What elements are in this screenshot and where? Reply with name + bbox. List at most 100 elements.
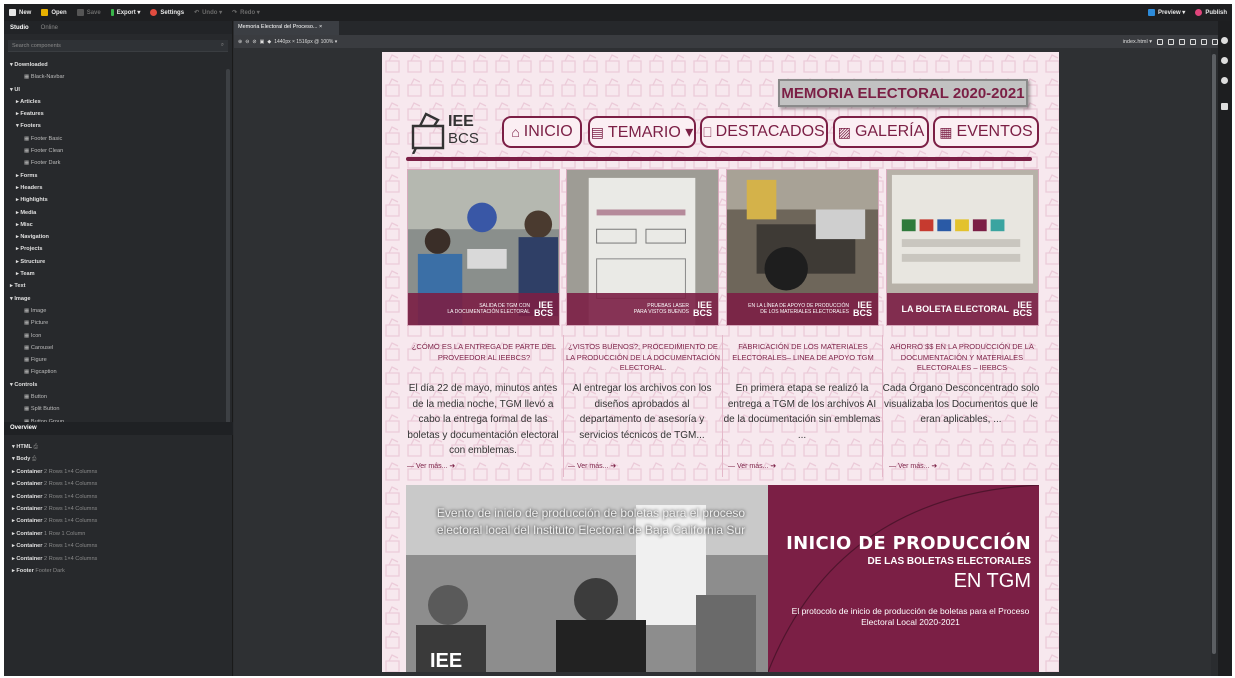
component-tree-item[interactable]: ▸ Structure [8, 256, 232, 268]
fit-icon[interactable]: ▣ [260, 39, 265, 45]
ver-mas-link-2[interactable]: — Ver más... ➜ [568, 462, 616, 470]
component-tree-item[interactable]: ▦ Picture [8, 317, 232, 329]
overview-header[interactable]: Overview [4, 422, 233, 435]
overview-item[interactable]: ▸ Container 2 Rows 1×4 Columns [12, 466, 233, 478]
options-icon[interactable] [1221, 77, 1228, 84]
component-tree-item[interactable]: ▦ Image [8, 305, 232, 317]
canvas-scrollbar-thumb[interactable] [1212, 54, 1216, 654]
phone-wide-icon[interactable] [1168, 38, 1174, 45]
component-tree-item[interactable]: ▦ Icon [8, 330, 232, 342]
component-tree-item[interactable]: ▸ Features [8, 108, 232, 120]
nav-inicio[interactable]: ⌂ INICIO [502, 116, 582, 148]
export-button[interactable]: Export ▾ [106, 9, 146, 16]
ver-mas-link-4[interactable]: — Ver más... ➜ [889, 462, 937, 470]
card-photo-3[interactable]: EN LA LÍNEA DE APOYO DE PRODUCCIÓN DE LO… [726, 169, 879, 326]
component-tree-item[interactable]: ▸ Highlights [8, 194, 232, 206]
undo-button[interactable]: ↶ Undo ▾ [189, 9, 227, 16]
tab-studio[interactable]: Studio [10, 25, 29, 31]
ver-mas-link-1[interactable]: — Ver más... ➜ [407, 462, 455, 470]
component-tree-item[interactable]: ▾ Controls [8, 379, 232, 391]
search-placeholder: Search components [12, 42, 61, 49]
component-tree-item[interactable]: ▸ Team [8, 268, 232, 280]
card-photo-4[interactable]: LA BOLETA ELECTORAL IEE BCS [886, 169, 1039, 326]
component-tree-item[interactable]: ▦ Footer Basic [8, 133, 232, 145]
component-tree-item[interactable]: ▸ Misc [8, 219, 232, 231]
settings-button[interactable]: Settings [145, 9, 189, 16]
feature-banner[interactable]: Evento de inicio de producción de boleta… [406, 485, 1039, 672]
component-tree-item[interactable]: ▸ Articles [8, 96, 232, 108]
card-title-3[interactable]: FABRICACIÓN DE LOS MATERIALES ELECTORALE… [724, 342, 882, 363]
left-panel: Studio Online Search components ⌕ ▾ Down… [4, 21, 233, 676]
component-tree-item[interactable]: ▦ Black-Navbar [8, 71, 232, 83]
overview-item[interactable]: ▸ Container 1 Row 1 Column [12, 528, 233, 540]
component-tree-item[interactable]: ▸ Media [8, 207, 232, 219]
toolbar-right: Preview ▾ Publish [1143, 9, 1232, 16]
overview-item-name: ▸ Container [12, 555, 43, 562]
card-title-2[interactable]: ¿VISTOS BUENOS?, PROCEDIMIENTO DE LA PRO… [564, 342, 722, 374]
component-tree-item[interactable]: ▸ Headers [8, 182, 232, 194]
folder-icon [41, 9, 49, 16]
search-input[interactable]: Search components ⌕ [8, 40, 228, 52]
nav-galeria[interactable]: ▨ GALERÍA [833, 116, 929, 148]
nav-temario[interactable]: ▤ TEMARIO ▾ [588, 116, 696, 148]
nav-destacados[interactable]: ⎕ DESTACADOS [700, 116, 828, 148]
overview-item[interactable]: ▸ Container 2 Rows 1×4 Columns [12, 503, 233, 515]
component-tree-item[interactable]: ▦ Figure [8, 354, 232, 366]
component-tree-item[interactable]: ▦ Footer Dark [8, 157, 232, 169]
overview-item[interactable]: ▸ Container 2 Rows 1×4 Columns [12, 540, 233, 552]
overview-item-name: ▸ Container [12, 506, 43, 513]
nav-eventos[interactable]: ▦ EVENTOS [933, 116, 1039, 148]
phone-icon[interactable] [1157, 38, 1163, 45]
component-tree-item[interactable]: ▸ Projects [8, 243, 232, 255]
card-photo-2[interactable]: PRUEBAS LASER PARA VISTOS BUENOS IEE BCS [566, 169, 719, 326]
gear-icon[interactable] [1221, 57, 1228, 64]
overview-item[interactable]: ▸ Container 2 Rows 1×4 Columns [12, 491, 233, 503]
redo-button[interactable]: ↷ Redo ▾ [227, 9, 265, 16]
component-tree-item[interactable]: ▦ Carousel [8, 342, 232, 354]
overview-item[interactable]: ▸ Container 2 Rows 1×4 Columns [12, 553, 233, 565]
card-title-1[interactable]: ¿CÓMO ES LA ENTREGA DE PARTE DEL PROVEED… [405, 342, 563, 363]
calendar-icon: ▦ [939, 123, 953, 140]
tab-online[interactable]: Online [41, 25, 58, 31]
document-tab[interactable]: Memoria Electoral del Proceso... × [234, 21, 339, 35]
publish-button[interactable]: Publish [1190, 9, 1232, 16]
overview-item[interactable]: ▾ Body ⎙ [12, 453, 233, 465]
folder-icon[interactable] [1221, 103, 1228, 110]
preview-button[interactable]: Preview ▾ [1143, 9, 1190, 16]
palette-icon[interactable] [1221, 37, 1228, 44]
card-caption-3: EN LA LÍNEA DE APOYO DE PRODUCCIÓN DE LO… [727, 293, 878, 325]
component-tree-item[interactable]: ▾ UI [8, 84, 232, 96]
ver-mas-link-3[interactable]: — Ver más... ➜ [728, 462, 776, 470]
overview-item[interactable]: ▸ Footer Footer Dark [12, 565, 233, 577]
zoom-in-icon[interactable]: ⊕ [238, 39, 242, 45]
component-tree-item[interactable]: ▾ Image [8, 293, 232, 305]
overview-item[interactable]: ▾ HTML ⎙ [12, 441, 233, 453]
reset-icon[interactable]: ⊘ [252, 39, 256, 45]
overview-item[interactable]: ▸ Container 2 Rows 1×4 Columns [12, 515, 233, 527]
file-select[interactable]: index.html ▾ [1123, 39, 1152, 45]
component-tree-item[interactable]: ▦ Footer Clean [8, 145, 232, 157]
color-icon[interactable]: ◆ [267, 39, 271, 45]
overview-item[interactable]: ▸ Container 2 Rows 1×4 Columns [12, 478, 233, 490]
component-tree-item[interactable]: ▦ Button [8, 391, 232, 403]
component-tree-item[interactable]: ▾ Footers [8, 120, 232, 132]
component-tree-item[interactable]: ▦ Figcaption [8, 366, 232, 378]
panel-scrollbar[interactable] [226, 69, 230, 429]
laptop-icon[interactable] [1190, 38, 1196, 45]
iee-logo[interactable]: IEE BCS [410, 104, 490, 154]
component-tree-item[interactable]: ▸ Text [8, 280, 232, 292]
save-button[interactable]: Save [72, 9, 106, 16]
page-preview[interactable]: MEMORIA ELECTORAL 2020-2021 IEE BCS ⌂ INI… [382, 52, 1059, 672]
tablet-icon[interactable] [1179, 38, 1185, 45]
card-title-4[interactable]: AHORRO $$ EN LA PRODUCCIÓN DE LA DOCUMEN… [883, 342, 1041, 374]
component-tree-item[interactable]: ▸ Forms [8, 170, 232, 182]
component-tree-item[interactable]: ▾ Downloaded [8, 59, 232, 71]
open-button[interactable]: Open [36, 9, 71, 16]
zoom-out-icon[interactable]: ⊖ [245, 39, 249, 45]
component-tree-item[interactable]: ▸ Navigation [8, 231, 232, 243]
new-button[interactable]: New [4, 9, 36, 16]
component-tree-item[interactable]: ▦ Split Button [8, 403, 232, 415]
zoom-info[interactable]: 1440px × 1516px @ 100% ▾ [274, 39, 337, 45]
card-photo-1[interactable]: SALIDA DE TGM CON LA DOCUMENTACIÓN ELECT… [407, 169, 560, 326]
desktop-icon[interactable] [1201, 38, 1207, 45]
